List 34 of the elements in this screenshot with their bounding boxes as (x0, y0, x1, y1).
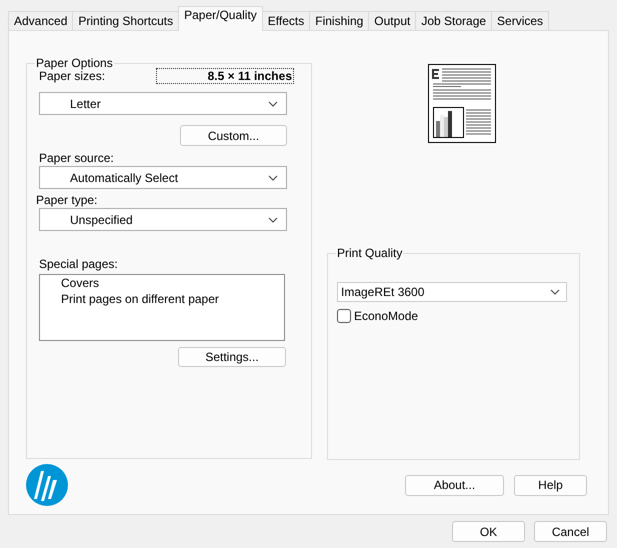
cancel-button[interactable]: Cancel (534, 521, 607, 542)
checkbox-label[interactable]: EconoMode (354, 309, 418, 323)
logo-icon (26, 464, 68, 506)
group-title: Paper Options (35, 56, 114, 70)
field-label: Special pages: (39, 257, 119, 271)
tab[interactable]: Advanced (8, 11, 74, 30)
chevron-icon (550, 289, 560, 295)
custom-button[interactable]: Custom... (180, 125, 287, 146)
field-label: Paper type: (36, 193, 98, 207)
about-button[interactable]: About... (405, 474, 504, 496)
tab[interactable]: Job Storage (415, 11, 492, 30)
field-label: Paper source: (39, 151, 115, 165)
special-pages-list[interactable]: Covers Print pages on different paper (39, 274, 285, 341)
field-label: Paper sizes: (39, 69, 106, 83)
dropdown[interactable]: Automatically Select (39, 166, 287, 189)
help-button[interactable]: Help (514, 474, 587, 496)
chevron-icon (268, 216, 278, 222)
group-title: Print Quality (336, 246, 404, 260)
settings-button[interactable]: Settings... (178, 347, 286, 367)
list-item[interactable]: Covers (61, 276, 284, 290)
paper-size-readout: 8.5 × 11 inches (156, 68, 294, 84)
dropdown[interactable]: Unspecified (39, 208, 287, 231)
checkbox[interactable] (337, 309, 351, 323)
tab[interactable]: Output (368, 11, 416, 30)
ok-button[interactable]: OK (452, 521, 525, 542)
tab[interactable]: Printing Shortcuts (72, 11, 180, 30)
tab[interactable]: Paper/Quality (178, 6, 263, 31)
chevron-icon (268, 100, 278, 106)
dropdown[interactable]: ImageREt 3600 (337, 282, 567, 302)
tab[interactable]: Services (491, 11, 550, 30)
dropdown[interactable]: Letter (39, 92, 287, 115)
tab[interactable]: Finishing (309, 11, 370, 30)
chevron-icon (268, 174, 278, 180)
list-item[interactable]: Print pages on different paper (61, 292, 284, 306)
